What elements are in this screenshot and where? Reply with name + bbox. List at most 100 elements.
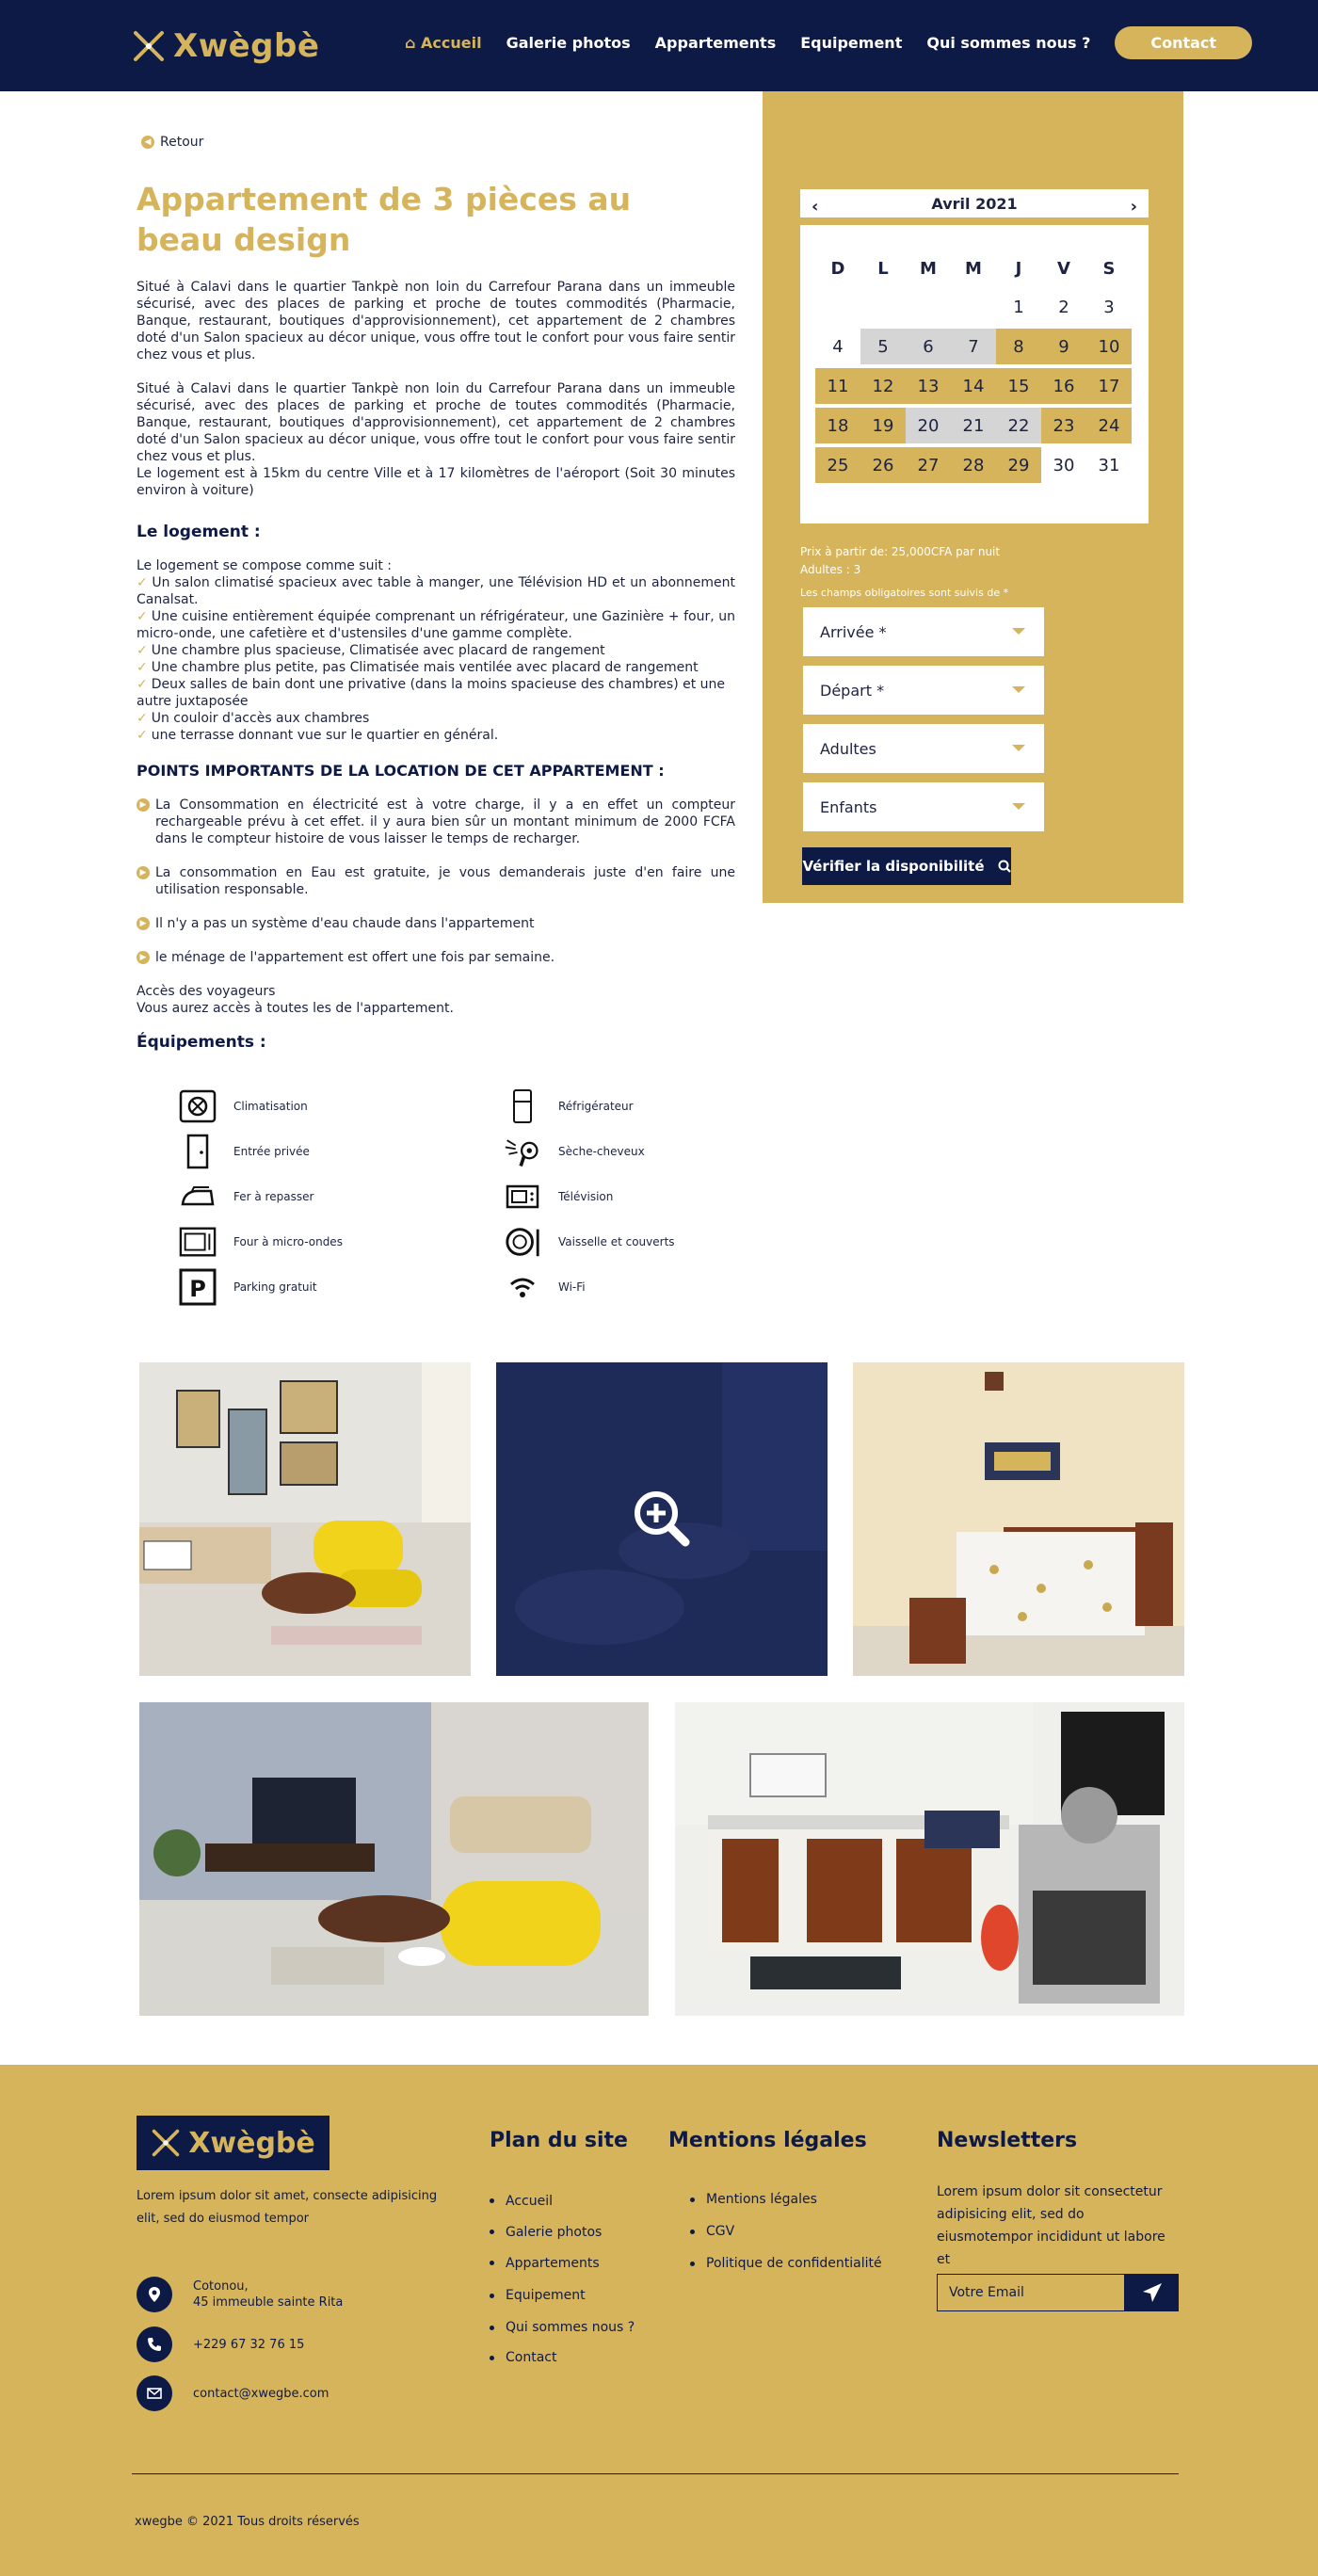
calendar-day[interactable]: 31 bbox=[1086, 447, 1132, 483]
legal-link[interactable]: Politique de confidentialité bbox=[690, 2247, 882, 2279]
plan-list: Accueil Galerie photos Appartements Equi… bbox=[490, 2185, 635, 2373]
list-item: ✓ Deux salles de bain dont une privative … bbox=[137, 677, 726, 709]
hair-dryer-icon bbox=[504, 1133, 541, 1170]
check-icon: ✓ bbox=[137, 711, 148, 726]
calendar-day[interactable]: 9 bbox=[1041, 329, 1086, 364]
list-item: ✓ Une chambre plus spacieuse, Climatisée … bbox=[137, 643, 605, 658]
gallery-photo-more[interactable] bbox=[496, 1362, 828, 1676]
calendar-day[interactable]: 11 bbox=[815, 368, 860, 404]
weekday-label: M bbox=[965, 258, 982, 279]
chevron-left-icon[interactable]: ‹ bbox=[812, 197, 818, 217]
calendar-day[interactable]: 8 bbox=[996, 329, 1041, 364]
calendar-day[interactable]: 5 bbox=[860, 329, 906, 364]
plan-link[interactable]: Qui sommes nous ? bbox=[490, 2312, 635, 2343]
phone-icon bbox=[137, 2326, 172, 2362]
contact-button[interactable]: Contact bbox=[1115, 25, 1253, 59]
calendar-day[interactable]: 19 bbox=[860, 408, 906, 443]
door-icon bbox=[179, 1133, 217, 1170]
nav-qui-sommes-nous[interactable]: Qui sommes nous ? bbox=[926, 34, 1090, 52]
price-info: Prix à partir de: 25,000CFA par nuit Adu… bbox=[800, 543, 1000, 579]
equipment-item: Vaisselle et couverts bbox=[504, 1223, 675, 1261]
calendar-day[interactable]: 10 bbox=[1086, 329, 1132, 364]
equipment-item: Entrée privée bbox=[179, 1133, 310, 1170]
footer-logo[interactable]: Xwègbè bbox=[137, 2116, 330, 2170]
calendar-day[interactable]: 13 bbox=[906, 368, 951, 404]
gallery-photo-kitchen[interactable] bbox=[675, 1702, 1184, 2016]
calendar-day[interactable]: 27 bbox=[906, 447, 951, 483]
calendar-day[interactable]: 6 bbox=[906, 329, 951, 364]
calendar-day[interactable]: 4 bbox=[815, 329, 860, 364]
departure-select[interactable]: Départ * bbox=[803, 666, 1044, 715]
calendar-header: ‹ Avril 2021 › bbox=[800, 189, 1149, 225]
calendar-day[interactable]: 26 bbox=[860, 447, 906, 483]
check-availability-button[interactable]: Vérifier la disponibilité bbox=[802, 847, 1011, 885]
plan-link[interactable]: Accueil bbox=[490, 2185, 635, 2216]
check-icon: ✓ bbox=[137, 575, 149, 590]
calendar-day[interactable]: 16 bbox=[1041, 368, 1086, 404]
calendar-day[interactable]: 20 bbox=[906, 408, 951, 443]
calendar-empty-cell bbox=[906, 289, 951, 325]
calendar-day[interactable]: 18 bbox=[815, 408, 860, 443]
arrow-left-icon: ◀ bbox=[141, 136, 154, 149]
access-title: Accès des voyageurs bbox=[137, 984, 276, 999]
arrow-right-icon: ▶ bbox=[137, 798, 150, 812]
footer-logo-text: Xwègbè bbox=[188, 2126, 315, 2160]
plan-title: Plan du site bbox=[490, 2129, 628, 2152]
access-text: Vous aurez accès à toutes les de l'appar… bbox=[137, 1001, 454, 1016]
logement-heading: Le logement : bbox=[137, 523, 261, 541]
calendar-day[interactable]: 22 bbox=[996, 408, 1041, 443]
plan-link[interactable]: Equipement bbox=[490, 2278, 635, 2312]
children-select[interactable]: Enfants bbox=[803, 782, 1044, 831]
page-title: Appartement de 3 pièces au beau design bbox=[137, 181, 632, 258]
nav-appartements[interactable]: Appartements bbox=[655, 34, 777, 52]
calendar-day[interactable]: 3 bbox=[1086, 289, 1132, 325]
plan-link[interactable]: Appartements bbox=[490, 2247, 635, 2278]
calendar-day[interactable]: 23 bbox=[1041, 408, 1086, 443]
calendar-day[interactable]: 14 bbox=[951, 368, 996, 404]
logo[interactable]: Xwègbè bbox=[132, 23, 319, 70]
weekday-label: V bbox=[1057, 258, 1070, 279]
legal-link[interactable]: CGV bbox=[690, 2215, 882, 2247]
arrow-right-icon: ▶ bbox=[137, 917, 150, 930]
calendar-day[interactable]: 12 bbox=[860, 368, 906, 404]
calendar-day[interactable]: 21 bbox=[951, 408, 996, 443]
equipment-item: Four à micro-ondes bbox=[179, 1223, 343, 1261]
calendar-day[interactable]: 24 bbox=[1086, 408, 1132, 443]
footer-divider bbox=[132, 2473, 1179, 2474]
nav-accueil[interactable]: ⌂ Accueil bbox=[405, 34, 482, 52]
calendar-day[interactable]: 30 bbox=[1041, 447, 1086, 483]
nav-galerie-photos[interactable]: Galerie photos bbox=[506, 34, 631, 52]
calendar-day[interactable]: 15 bbox=[996, 368, 1041, 404]
main-nav: ⌂ Accueil Galerie photos Appartements Eq… bbox=[405, 0, 1277, 85]
gallery-photo-living-room[interactable] bbox=[139, 1362, 471, 1676]
zoom-in-icon bbox=[635, 1491, 690, 1547]
calendar-day[interactable]: 2 bbox=[1041, 289, 1086, 325]
calendar-empty-cell bbox=[860, 289, 906, 325]
equipements-heading: Équipements : bbox=[137, 1033, 266, 1052]
legal-link[interactable]: Mentions légales bbox=[690, 2183, 882, 2215]
calendar-day[interactable]: 1 bbox=[996, 289, 1041, 325]
chevron-right-icon[interactable]: › bbox=[1131, 197, 1137, 217]
air-conditioning-icon bbox=[179, 1087, 217, 1125]
plan-link[interactable]: Galerie photos bbox=[490, 2216, 635, 2247]
send-icon bbox=[1142, 2283, 1162, 2302]
arrival-select[interactable]: Arrivée * bbox=[803, 607, 1044, 656]
nav-equipement[interactable]: Equipement bbox=[800, 34, 902, 52]
gallery-photo-bedroom[interactable] bbox=[853, 1362, 1184, 1676]
back-link[interactable]: ◀ Retour bbox=[141, 135, 203, 150]
footer-address: Cotonou, 45 immeuble sainte Rita bbox=[137, 2277, 343, 2312]
calendar-day[interactable]: 29 bbox=[996, 447, 1041, 483]
footer-phone: +229 67 32 76 15 bbox=[137, 2326, 304, 2362]
calendar-day[interactable]: 25 bbox=[815, 447, 860, 483]
calendar-day[interactable]: 17 bbox=[1086, 368, 1132, 404]
plan-link[interactable]: Contact bbox=[490, 2343, 635, 2373]
newsletter-submit-button[interactable] bbox=[1125, 2274, 1179, 2311]
calendar-day[interactable]: 28 bbox=[951, 447, 996, 483]
home-icon: ⌂ bbox=[405, 33, 422, 52]
adults-select[interactable]: Adultes bbox=[803, 724, 1044, 773]
equipment-item: Réfrigérateur bbox=[504, 1087, 634, 1125]
calendar-day[interactable]: 7 bbox=[951, 329, 996, 364]
newsletter-email-input[interactable]: Votre Email bbox=[937, 2274, 1125, 2311]
gallery-photo-lounge[interactable] bbox=[139, 1702, 649, 2016]
weekday-label: J bbox=[1015, 258, 1022, 279]
